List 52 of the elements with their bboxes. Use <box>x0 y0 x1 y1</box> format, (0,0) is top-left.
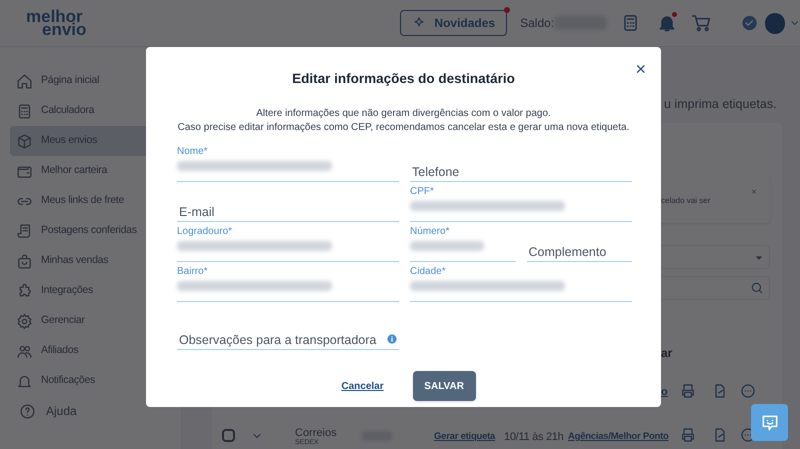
chat-button[interactable] <box>751 404 788 441</box>
question-icon <box>19 402 36 420</box>
row-checkbox[interactable] <box>222 429 235 442</box>
carrier-name: Correios <box>295 426 337 439</box>
close-button[interactable]: × <box>751 185 757 200</box>
cart-icon[interactable] <box>690 12 712 34</box>
input-field[interactable]: CPF* <box>410 186 632 222</box>
cancel-link[interactable]: Cancelar <box>341 378 384 394</box>
bag-icon <box>16 252 33 270</box>
dialog-description: Caso precise editar informações como CEP, recomendamos cancelar esta e gerar uma nova etiqueta. <box>178 121 630 136</box>
more-icon[interactable] <box>740 383 756 399</box>
logo: melhor envio <box>26 10 86 36</box>
input-field[interactable]: Observações para a transportadora <box>177 330 399 350</box>
calculator-icon <box>16 102 33 120</box>
generate-label-link[interactable]: Gerar etiqueta <box>434 430 496 444</box>
balance-label: Saldo: <box>520 15 554 32</box>
news-button[interactable]: Novidades <box>400 10 508 36</box>
input-field[interactable]: Complemento <box>526 242 632 262</box>
deadline-text: 10/11 às 21h <box>504 430 564 445</box>
house-icon <box>16 72 33 90</box>
check-badge-icon <box>741 14 759 32</box>
input-field[interactable]: Logradouro* <box>177 226 399 262</box>
close-button[interactable]: × <box>635 60 646 78</box>
dialog-title: Editar informações do destinatário <box>291 70 516 88</box>
input-field[interactable]: Bairro* <box>177 266 399 302</box>
notice-text: celado vai ser <box>661 195 710 207</box>
field-label: Cidade* <box>410 266 447 278</box>
chat-smile-icon <box>760 412 780 432</box>
help-link[interactable]: Ajuda <box>10 398 181 424</box>
cube-icon <box>16 132 33 150</box>
field-label: CPF* <box>410 186 435 198</box>
dialog-description: Altere informações que não geram divergências com o valor pago. <box>256 107 551 122</box>
dropoff-link[interactable]: o <box>661 384 668 400</box>
dropoff-link[interactable]: Agências/Melhor Ponto <box>568 430 669 444</box>
input-field[interactable]: Telefone <box>410 162 632 182</box>
input-field[interactable]: Número* <box>410 226 516 262</box>
field-label: Logradouro* <box>177 226 234 238</box>
printer-icon[interactable] <box>680 427 696 443</box>
section-heading: ar <box>661 345 672 362</box>
receipt-icon <box>16 222 33 240</box>
page-subtitle: u imprima etiquetas. <box>664 96 777 113</box>
field-label: Bairro* <box>177 266 209 278</box>
search-icon <box>750 281 764 295</box>
field-label: Nome* <box>177 146 209 158</box>
input-field[interactable]: Nome* <box>177 146 399 182</box>
printer-icon[interactable] <box>680 383 696 399</box>
avatar[interactable] <box>764 12 785 34</box>
gear-icon <box>16 312 33 330</box>
save-button[interactable]: SALVAR <box>412 371 476 402</box>
input-field[interactable]: E-mail <box>177 202 399 222</box>
field-label: Número* <box>410 226 450 238</box>
input-field[interactable]: Cidade* <box>410 266 632 302</box>
